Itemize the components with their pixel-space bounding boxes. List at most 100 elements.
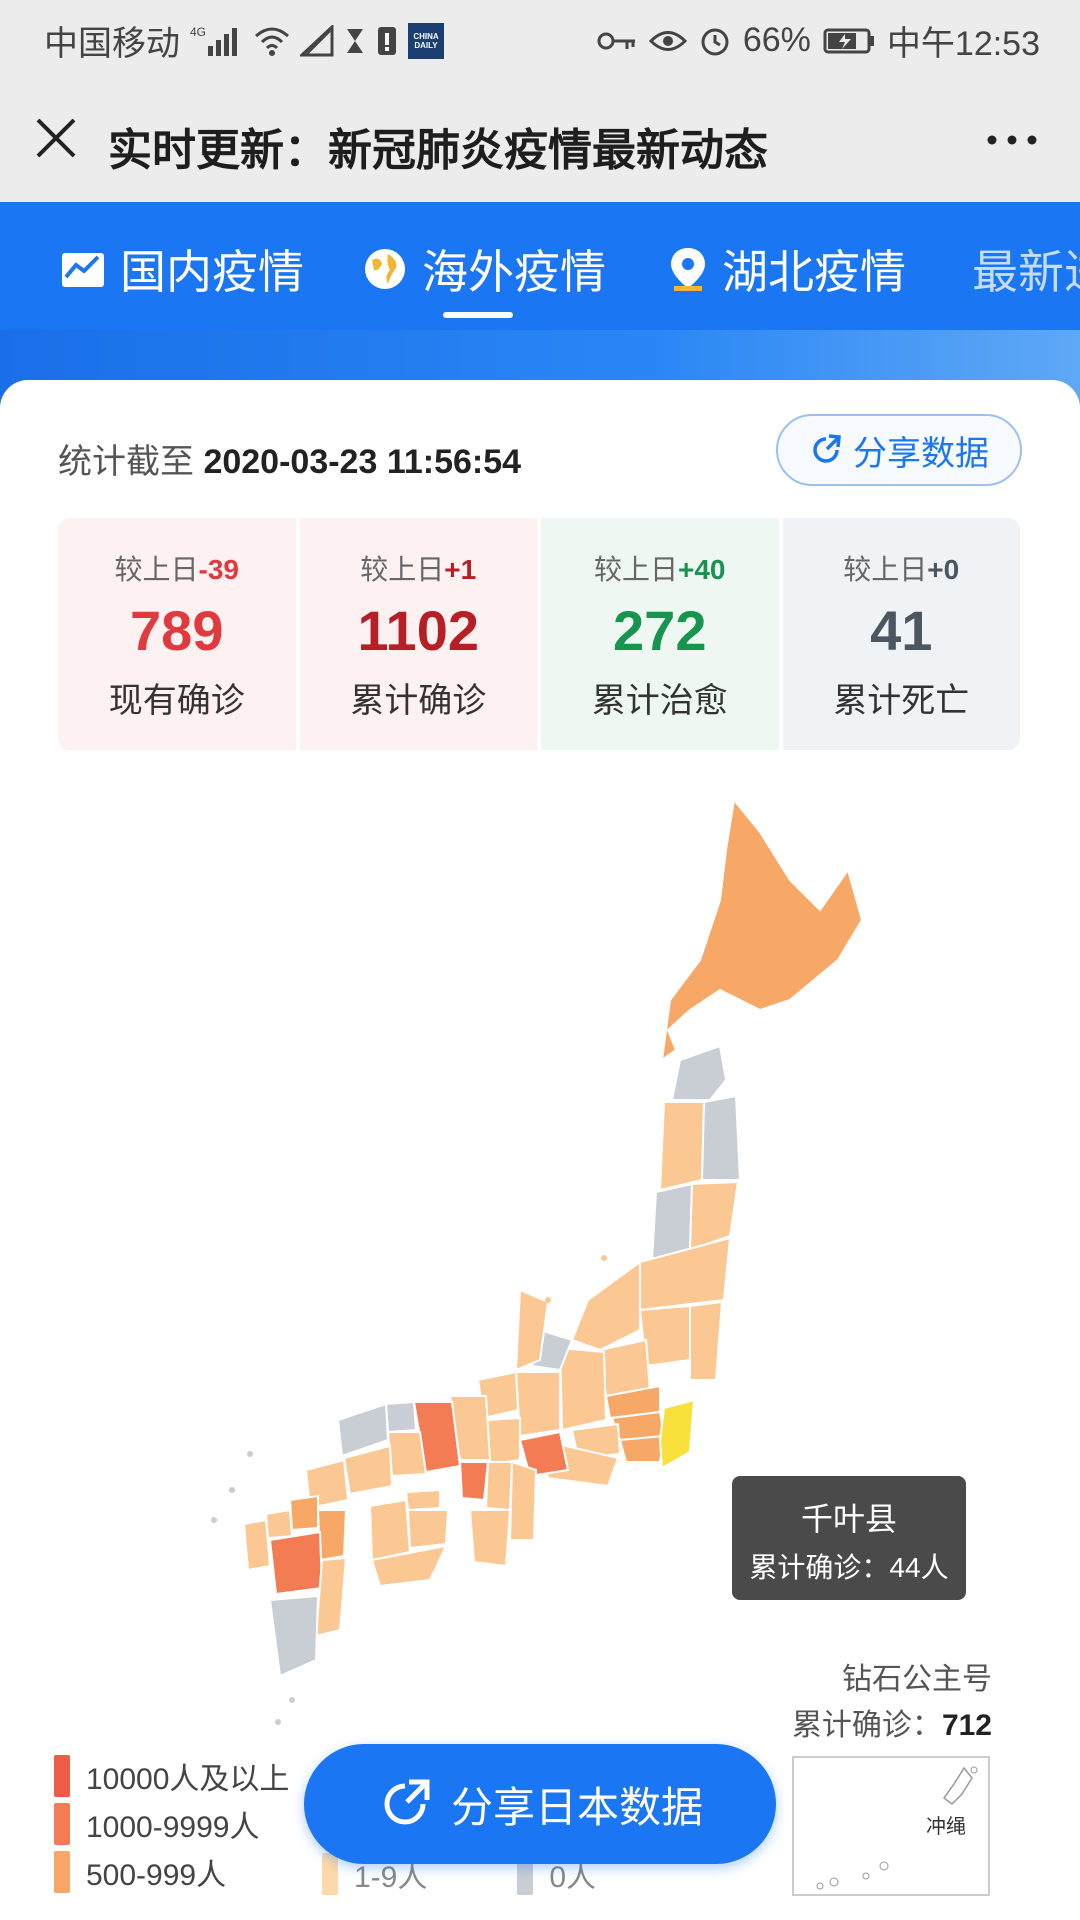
region-kagoshima — [268, 1594, 320, 1678]
stat-value: 1102 — [357, 599, 480, 662]
stat-label: 累计死亡 — [833, 682, 970, 720]
region-akita — [658, 1101, 706, 1192]
tooltip-title: 千叶县 — [800, 1501, 897, 1537]
japan-map[interactable] — [0, 760, 1080, 1760]
region-tottori — [384, 1400, 418, 1434]
region-fukuoka — [288, 1494, 319, 1532]
share-japan-label: 分享日本数据 — [450, 1783, 703, 1831]
share-icon — [384, 1779, 430, 1825]
region-nagano — [558, 1346, 608, 1432]
stat-delta: 较上日+1 — [360, 554, 477, 585]
region-wakayama — [468, 1509, 512, 1568]
stat-label: 累计治愈 — [591, 682, 728, 720]
okinawa-inset[interactable]: 冲绳 — [792, 1756, 990, 1896]
tab-overseas[interactable]: 海外疫情 — [362, 236, 606, 302]
legend-item: 1000-9999人 — [54, 1800, 289, 1848]
timestamp-value: 2020-03-23 11:56:54 — [203, 443, 522, 481]
stats-row: 较上日-39 789 现有确诊 较上日+1 1102 累计确诊 较上日+40 2… — [58, 518, 1020, 750]
legend-swatch — [54, 1851, 70, 1893]
region-gunma — [598, 1338, 652, 1398]
network-type: 4G — [190, 25, 206, 39]
legend-item: 500-999人 — [54, 1848, 289, 1896]
tab-latest[interactable]: 最新进 — [972, 236, 1080, 302]
stat-total-recovered: 较上日+40 272 累计治愈 — [541, 518, 779, 750]
share-icon — [813, 434, 841, 463]
stats-timestamp: 统计截至 2020-03-23 11:56:54 — [58, 434, 521, 483]
map-tooltip: 千叶县 累计确诊：44人 — [732, 1476, 966, 1600]
region-ehime — [368, 1498, 412, 1562]
region-kagawa — [404, 1488, 441, 1512]
region-mie — [508, 1460, 538, 1541]
signal-icon: 4G — [190, 24, 244, 58]
alarm-icon — [699, 25, 731, 57]
legend-swatch — [54, 1755, 70, 1797]
region-ibaraki — [689, 1300, 724, 1381]
location-pin-icon — [671, 248, 705, 291]
carrier-name: 中国移动 — [44, 25, 180, 63]
category-tabs: 国内疫情 海外疫情 湖北疫情 最新进 — [0, 202, 1080, 330]
map-legend: 10000人及以上 1000-9999人 500-999人 — [54, 1752, 289, 1896]
region-hokkaido — [660, 797, 864, 1063]
close-button[interactable] — [30, 112, 82, 164]
active-tab-indicator — [443, 312, 513, 318]
stat-label: 累计确诊 — [350, 682, 487, 720]
wifi-icon — [254, 26, 290, 56]
page-title: 实时更新：新冠肺炎疫情最新动态 — [108, 126, 768, 175]
legend-swatch — [322, 1853, 338, 1895]
stat-value: 789 — [130, 599, 224, 662]
total-value: 712 — [941, 1709, 992, 1742]
stat-delta: 较上日+40 — [593, 554, 726, 585]
region-osaka — [458, 1461, 490, 1502]
okinawa-label: 冲绳 — [926, 1816, 966, 1838]
legend-swatch — [54, 1803, 70, 1845]
region-saga — [264, 1508, 294, 1540]
no-signal-icon — [300, 24, 334, 57]
eye-icon — [648, 28, 687, 54]
diamond-princess-label: 钻石公主号 — [842, 1663, 992, 1696]
region-miyazaki — [314, 1556, 348, 1638]
tab-label: 最新进 — [972, 246, 1080, 298]
region-kanagawa — [618, 1434, 666, 1463]
stat-delta: 较上日+0 — [843, 554, 960, 585]
region-niigata — [570, 1260, 641, 1352]
region-kumamoto — [268, 1530, 324, 1596]
china-daily-icon: CHINA DAILY — [408, 22, 444, 59]
title-bar: 实时更新：新冠肺炎疫情最新动态 — [0, 76, 1080, 202]
region-iwate — [700, 1094, 742, 1181]
region-nagasaki — [242, 1518, 272, 1572]
globe-icon — [365, 249, 405, 289]
status-bar: 中国移动 4G CHINA DAILY 66% 中午12:53 — [0, 0, 1080, 76]
share-japan-data-button[interactable]: 分享日本数据 — [304, 1744, 776, 1864]
more-icon — [987, 135, 1037, 145]
region-gifu — [514, 1371, 561, 1438]
region-aomori — [670, 1044, 728, 1101]
total-prefix: 累计确诊： — [791, 1709, 942, 1742]
share-data-button[interactable]: 分享数据 — [776, 414, 1022, 486]
tooltip-subtitle: 累计确诊：44人 — [749, 1552, 949, 1583]
chart-icon — [62, 253, 104, 287]
diamond-princess-total: 累计确诊：712 — [792, 1700, 992, 1744]
region-yamagata — [650, 1182, 694, 1262]
key-icon — [597, 29, 637, 53]
timestamp-prefix: 统计截至 — [58, 443, 194, 481]
stat-value: 41 — [870, 599, 933, 662]
share-data-label: 分享数据 — [853, 434, 989, 473]
battery-icon — [823, 27, 875, 55]
stat-total-confirmed: 较上日+1 1102 累计确诊 — [299, 518, 537, 750]
stat-current-confirmed: 较上日-39 789 现有确诊 — [58, 518, 296, 750]
legend-label: 1000-9999人 — [86, 1811, 260, 1844]
tab-label: 湖北疫情 — [722, 246, 906, 298]
legend-label: 10000人及以上 — [86, 1763, 290, 1796]
stat-delta: 较上日-39 — [114, 554, 239, 585]
stat-value: 272 — [613, 599, 707, 662]
stat-label: 现有确诊 — [108, 682, 245, 720]
clock-time: 中午12:53 — [886, 25, 1040, 63]
alert-icon — [376, 25, 398, 57]
close-icon — [36, 118, 76, 158]
more-options-button[interactable] — [982, 128, 1042, 152]
tab-hubei[interactable]: 湖北疫情 — [668, 236, 906, 302]
region-tokushima — [406, 1509, 450, 1550]
legend-label: 500-999人 — [86, 1859, 227, 1892]
tab-domestic[interactable]: 国内疫情 — [60, 236, 304, 302]
stat-total-deaths: 较上日+0 41 累计死亡 — [782, 518, 1020, 750]
